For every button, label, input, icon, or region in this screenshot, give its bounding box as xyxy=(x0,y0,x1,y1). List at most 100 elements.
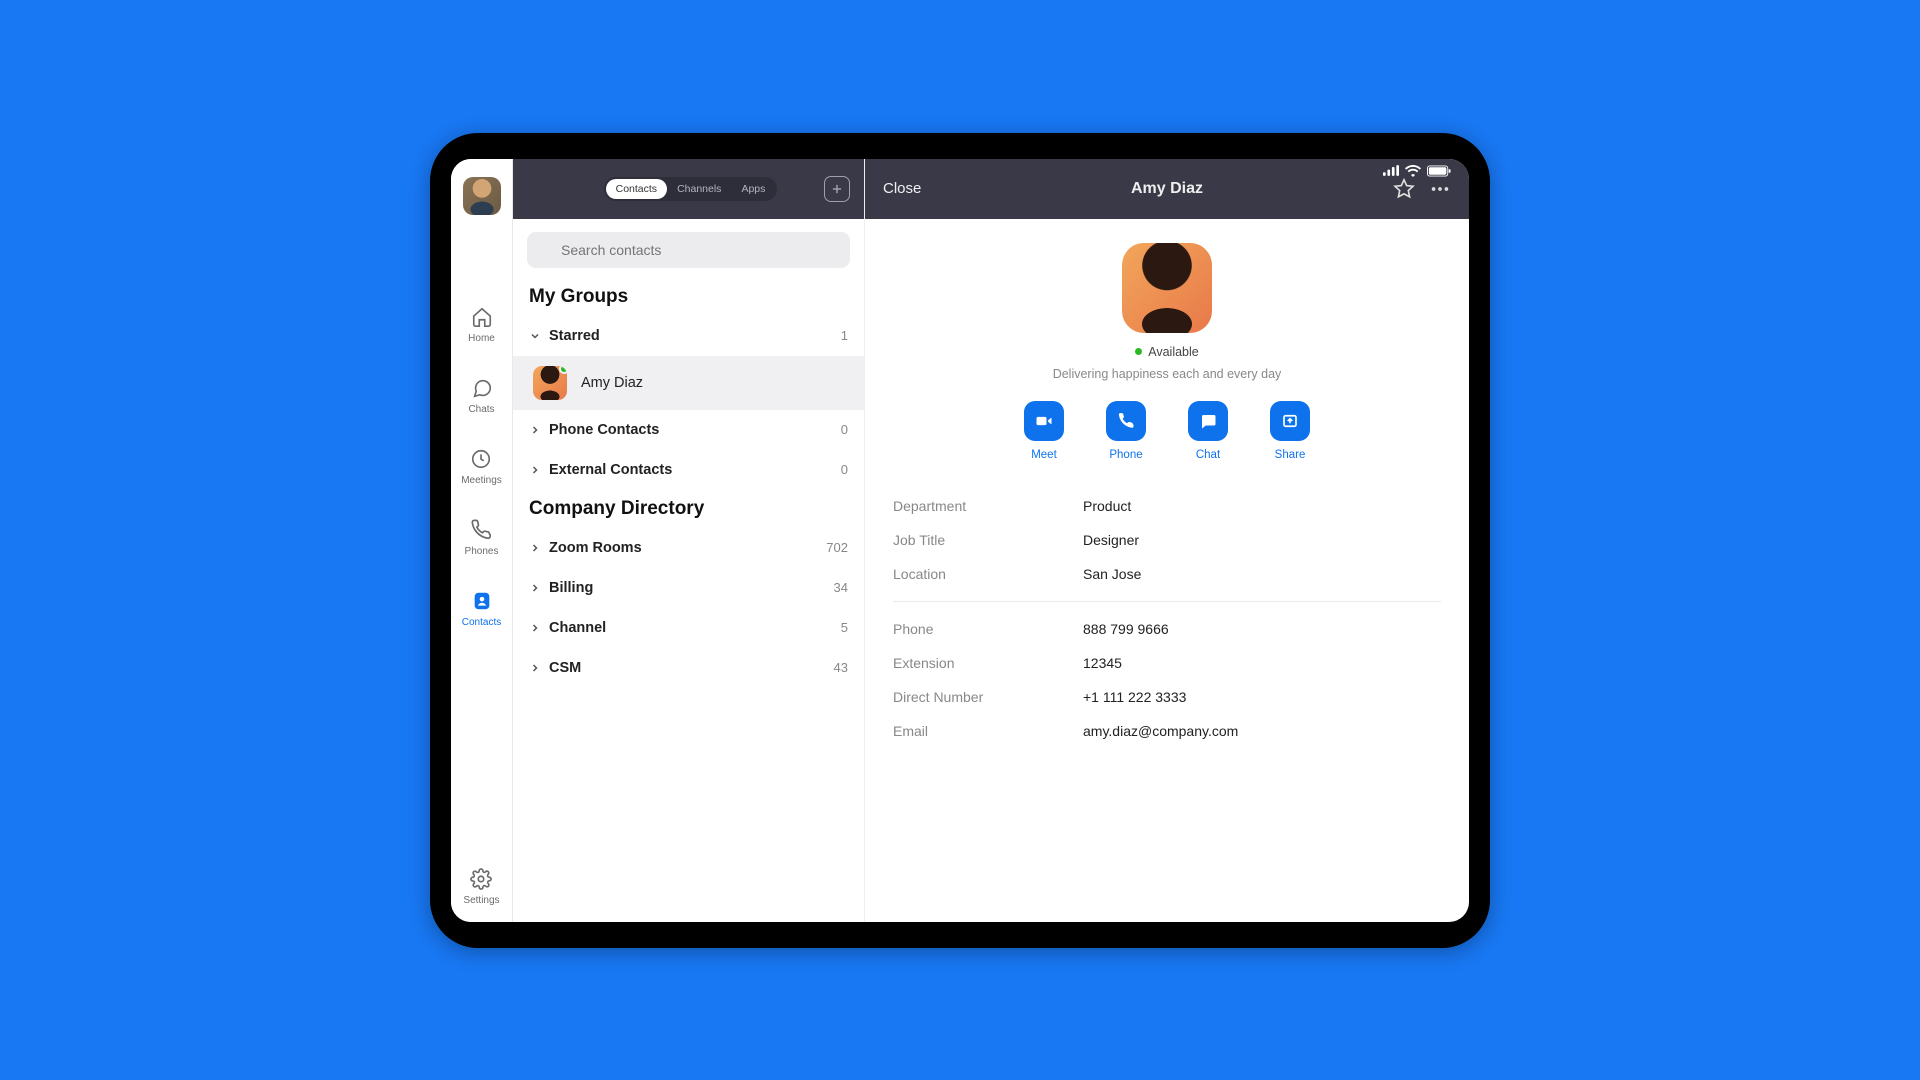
info-value: amy.diaz@company.com xyxy=(1083,723,1238,739)
presence-dot-icon xyxy=(1135,348,1142,355)
group-count: 1 xyxy=(841,328,848,343)
nav-phones[interactable]: Phones xyxy=(465,518,499,557)
info-phone: Phone 888 799 9666 xyxy=(893,612,1441,646)
info-label: Job Title xyxy=(893,532,1083,548)
more-icon xyxy=(1429,178,1451,200)
detail-body: Available Delivering happiness each and … xyxy=(865,219,1469,772)
nav-label: Contacts xyxy=(462,617,501,628)
info-value: San Jose xyxy=(1083,566,1141,582)
info-email: Email amy.diaz@company.com xyxy=(893,714,1441,748)
nav-label: Meetings xyxy=(461,475,502,486)
group-count: 43 xyxy=(834,660,848,675)
tab-contacts[interactable]: Contacts xyxy=(606,179,667,199)
chat-icon xyxy=(470,376,494,400)
clock-icon xyxy=(469,447,493,471)
group-zoom-rooms[interactable]: Zoom Rooms 702 xyxy=(513,528,864,568)
me-avatar[interactable] xyxy=(463,177,501,215)
info-value: 888 799 9666 xyxy=(1083,621,1169,637)
action-label: Share xyxy=(1275,449,1306,461)
group-label: Channel xyxy=(549,620,606,636)
nav-label: Home xyxy=(468,333,495,344)
chevron-right-icon xyxy=(529,464,545,476)
group-count: 0 xyxy=(841,462,848,477)
chevron-right-icon xyxy=(529,662,545,674)
presence-status: Available xyxy=(1135,345,1199,359)
share-icon xyxy=(1281,412,1299,430)
contacts-header: Contacts Channels Apps xyxy=(513,159,864,219)
group-label: CSM xyxy=(549,660,581,676)
signal-icon xyxy=(1383,165,1399,176)
nav-chats[interactable]: Chats xyxy=(468,376,494,415)
action-label: Meet xyxy=(1031,449,1057,461)
contacts-panel: Contacts Channels Apps My Groups xyxy=(513,159,865,922)
action-share[interactable]: Share xyxy=(1270,401,1310,461)
contact-avatar xyxy=(533,366,567,400)
group-label: Phone Contacts xyxy=(549,422,659,438)
search-input[interactable] xyxy=(527,232,850,268)
nav-meetings[interactable]: Meetings xyxy=(461,447,502,486)
nav-settings[interactable]: Settings xyxy=(463,867,499,906)
group-count: 5 xyxy=(841,620,848,635)
group-billing[interactable]: Billing 34 xyxy=(513,568,864,608)
detail-header: Close Amy Diaz xyxy=(865,159,1469,219)
group-count: 702 xyxy=(826,540,848,555)
group-starred[interactable]: Starred 1 xyxy=(513,316,864,356)
app-screen: Home Chats Meetings Phones xyxy=(451,159,1469,922)
nav-label: Chats xyxy=(468,404,494,415)
profile-tagline: Delivering happiness each and every day xyxy=(1053,367,1282,381)
info-extension: Extension 12345 xyxy=(893,646,1441,680)
group-label: External Contacts xyxy=(549,462,672,478)
action-label: Chat xyxy=(1196,449,1220,461)
group-label: Billing xyxy=(549,580,593,596)
divider xyxy=(893,601,1441,602)
nav-rail: Home Chats Meetings Phones xyxy=(451,159,513,922)
chevron-down-icon xyxy=(529,330,545,342)
nav-home[interactable]: Home xyxy=(468,305,495,344)
chat-bubble-icon xyxy=(1199,412,1217,430)
tab-channels[interactable]: Channels xyxy=(667,179,731,199)
info-label: Department xyxy=(893,498,1083,514)
action-phone[interactable]: Phone xyxy=(1106,401,1146,461)
info-label: Location xyxy=(893,566,1083,582)
profile-avatar xyxy=(1122,243,1212,333)
add-button[interactable] xyxy=(824,176,850,202)
wifi-icon xyxy=(1405,165,1421,177)
info-label: Extension xyxy=(893,655,1083,671)
segmented-control: Contacts Channels Apps xyxy=(604,177,778,201)
more-button[interactable] xyxy=(1429,178,1451,200)
group-count: 34 xyxy=(834,580,848,595)
tablet-device-frame: Home Chats Meetings Phones xyxy=(430,133,1490,948)
phone-icon xyxy=(1117,412,1135,430)
status-bar-icons xyxy=(1383,165,1451,177)
favorite-button[interactable] xyxy=(1393,178,1415,200)
detail-title: Amy Diaz xyxy=(1131,180,1203,198)
group-external-contacts[interactable]: External Contacts 0 xyxy=(513,450,864,490)
chevron-right-icon xyxy=(529,582,545,594)
presence-dot xyxy=(559,366,567,374)
video-icon xyxy=(1034,411,1054,431)
info-value: Product xyxy=(1083,498,1131,514)
info-label: Direct Number xyxy=(893,689,1083,705)
action-meet[interactable]: Meet xyxy=(1024,401,1064,461)
info-direct-number: Direct Number +1 111 222 3333 xyxy=(893,680,1441,714)
tab-apps[interactable]: Apps xyxy=(731,179,775,199)
group-label: Starred xyxy=(549,328,600,344)
info-value: Designer xyxy=(1083,532,1139,548)
chevron-right-icon xyxy=(529,424,545,436)
contact-amy-diaz[interactable]: Amy Diaz xyxy=(513,356,864,410)
nav-contacts[interactable]: Contacts xyxy=(462,589,501,628)
info-value: 12345 xyxy=(1083,655,1122,671)
group-phone-contacts[interactable]: Phone Contacts 0 xyxy=(513,410,864,450)
info-label: Phone xyxy=(893,621,1083,637)
contact-name: Amy Diaz xyxy=(581,375,643,391)
section-my-groups: My Groups xyxy=(513,278,864,316)
info-location: Location San Jose xyxy=(893,557,1441,591)
close-button[interactable]: Close xyxy=(883,180,921,197)
group-label: Zoom Rooms xyxy=(549,540,642,556)
group-channel[interactable]: Channel 5 xyxy=(513,608,864,648)
group-csm[interactable]: CSM 43 xyxy=(513,648,864,688)
phone-icon xyxy=(469,518,493,542)
info-department: Department Product xyxy=(893,489,1441,523)
contact-detail-panel: Close Amy Diaz Available xyxy=(865,159,1469,922)
action-chat[interactable]: Chat xyxy=(1188,401,1228,461)
